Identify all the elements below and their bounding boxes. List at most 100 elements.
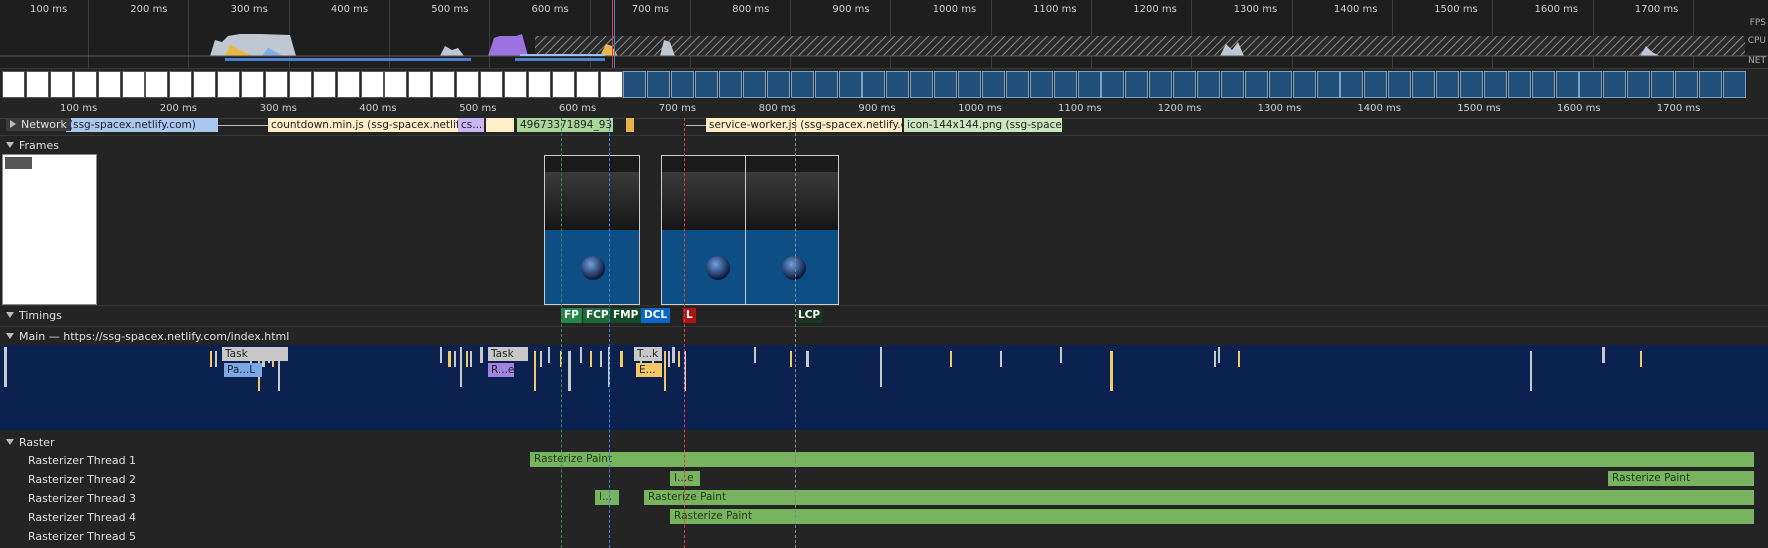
screenshot-thumbnail[interactable] xyxy=(1292,71,1316,98)
screenshot-thumbnail[interactable] xyxy=(1268,71,1292,98)
network-request[interactable]: (ssg-spacex.netlify.com) xyxy=(66,118,218,132)
screenshot-thumbnail[interactable] xyxy=(1412,71,1436,98)
screenshot-thumbnail[interactable] xyxy=(719,71,742,98)
screenshot-thumbnail[interactable] xyxy=(1507,71,1531,98)
network-request[interactable]: icon-144x144.png (ssg-space... xyxy=(904,118,1062,132)
frames-track-header[interactable]: Frames xyxy=(6,139,59,152)
frame-blank[interactable] xyxy=(2,154,97,305)
screenshot-thumbnail[interactable] xyxy=(1555,71,1579,98)
screenshot-thumbnail[interactable] xyxy=(1722,71,1746,98)
rasterize-paint-bar[interactable]: Rasterize Paint xyxy=(670,509,1754,524)
screenshot-thumbnail[interactable] xyxy=(1149,71,1173,98)
screenshot-thumbnail[interactable] xyxy=(217,71,241,98)
screenshot-thumbnail[interactable] xyxy=(264,71,288,98)
screenshot-thumbnail[interactable] xyxy=(623,71,647,98)
screenshot-thumbnail[interactable] xyxy=(814,71,838,98)
screenshot-thumbnail[interactable] xyxy=(981,71,1005,98)
rasterizer-thread-4[interactable]: Rasterizer Thread 4 xyxy=(28,511,136,524)
screenshot-thumbnail[interactable] xyxy=(742,71,766,98)
network-request[interactable]: 49673371894_93... xyxy=(517,118,613,132)
screenshot-thumbnail[interactable] xyxy=(695,71,719,98)
screenshot-thumbnail[interactable] xyxy=(1340,71,1364,98)
screenshot-thumbnail[interactable] xyxy=(1005,71,1029,98)
task-block[interactable]: T...k xyxy=(634,347,662,361)
timeline-overview[interactable]: 100 ms 200 ms 300 ms 400 ms 500 ms 600 ms 700 … xyxy=(0,0,1768,69)
rasterize-paint-bar[interactable]: Rasterize Paint xyxy=(644,490,1754,505)
network-request[interactable]: countdown.min.js (ssg-spacex.netlify.c..… xyxy=(268,118,458,132)
screenshot-thumbnail[interactable] xyxy=(1483,71,1507,98)
screenshot-thumbnail[interactable] xyxy=(121,71,145,98)
raster-track-header[interactable]: Raster xyxy=(6,436,54,449)
screenshot-thumbnail[interactable] xyxy=(503,71,527,98)
rasterizer-thread-1[interactable]: Rasterizer Thread 1 xyxy=(28,454,136,467)
timing-marker-fcp[interactable]: FCP xyxy=(583,308,612,323)
rasterizer-thread-3[interactable]: Rasterizer Thread 3 xyxy=(28,492,136,505)
screenshot-thumbnail[interactable] xyxy=(671,71,695,98)
screenshot-thumbnail[interactable] xyxy=(1627,71,1651,98)
raster-task-bar[interactable]: I... xyxy=(595,490,619,505)
timing-marker-fp[interactable]: FP xyxy=(561,308,582,323)
screenshot-thumbnail[interactable] xyxy=(97,71,121,98)
screenshot-thumbnail[interactable] xyxy=(934,71,958,98)
screenshot-thumbnail[interactable] xyxy=(647,71,671,98)
task-block[interactable]: Task xyxy=(222,347,288,361)
task-block[interactable]: Task xyxy=(488,347,528,361)
screenshot-thumbnail[interactable] xyxy=(599,71,623,98)
screenshot-thumbnail[interactable] xyxy=(480,71,503,98)
screenshot-thumbnail[interactable] xyxy=(1603,71,1627,98)
screenshot-thumbnail[interactable] xyxy=(145,71,169,98)
recalc-style-block[interactable]: R...e xyxy=(488,363,514,377)
screenshot-thumbnail[interactable] xyxy=(527,71,551,98)
rasterize-paint-bar[interactable]: Rasterize Paint xyxy=(530,452,1754,467)
screenshot-thumbnail[interactable] xyxy=(1698,71,1722,98)
screenshot-thumbnail[interactable] xyxy=(1388,71,1412,98)
network-track-header[interactable]: Network xyxy=(6,118,71,131)
screenshot-thumbnail[interactable] xyxy=(456,71,480,98)
screenshot-thumbnail[interactable] xyxy=(1364,71,1388,98)
screenshot-thumbnail[interactable] xyxy=(862,71,886,98)
screenshot-thumbnail[interactable] xyxy=(1675,71,1698,98)
screenshot-thumbnail[interactable] xyxy=(1459,71,1483,98)
screenshot-thumbnail[interactable] xyxy=(73,71,97,98)
parse-html-block[interactable]: Pa...L xyxy=(224,363,262,377)
screenshot-thumbnail[interactable] xyxy=(241,71,264,98)
screenshot-thumbnail[interactable] xyxy=(193,71,217,98)
rasterizer-thread-2[interactable]: Rasterizer Thread 2 xyxy=(28,473,136,486)
screenshot-thumbnail[interactable] xyxy=(408,71,432,98)
frame-screenshot[interactable] xyxy=(661,155,747,305)
network-request[interactable] xyxy=(626,118,634,132)
screenshot-thumbnail[interactable] xyxy=(551,71,575,98)
screenshot-thumbnail[interactable] xyxy=(312,71,336,98)
frame-screenshot[interactable] xyxy=(745,155,839,305)
screenshot-thumbnail[interactable] xyxy=(25,71,49,98)
screenshot-thumbnail[interactable] xyxy=(1579,71,1603,98)
screenshot-thumbnail[interactable] xyxy=(2,71,25,98)
screenshot-thumbnail[interactable] xyxy=(1220,71,1244,98)
screenshot-thumbnail[interactable] xyxy=(1531,71,1555,98)
screenshot-thumbnail[interactable] xyxy=(1436,71,1459,98)
screenshot-thumbnail[interactable] xyxy=(1077,71,1101,98)
screenshot-thumbnail[interactable] xyxy=(1125,71,1149,98)
screenshot-thumbnail[interactable] xyxy=(1053,71,1077,98)
screenshot-thumbnail[interactable] xyxy=(1316,71,1340,98)
frame-screenshot[interactable] xyxy=(544,155,640,305)
screenshot-thumbnail[interactable] xyxy=(1651,71,1675,98)
main-track-header[interactable]: Main — https://ssg-spacex.netlify.com/in… xyxy=(6,330,289,343)
screenshot-thumbnail[interactable] xyxy=(958,71,981,98)
screenshot-thumbnail[interactable] xyxy=(766,71,790,98)
network-request[interactable] xyxy=(486,118,514,132)
screenshot-thumbnail[interactable] xyxy=(1029,71,1053,98)
rasterizer-thread-5[interactable]: Rasterizer Thread 5 xyxy=(28,530,136,543)
timings-track-header[interactable]: Timings xyxy=(6,309,62,322)
screenshot-thumbnail[interactable] xyxy=(575,71,599,98)
timing-marker-fmp[interactable]: FMP xyxy=(610,308,642,323)
screenshot-thumbnail[interactable] xyxy=(288,71,312,98)
screenshot-thumbnail[interactable] xyxy=(910,71,934,98)
screenshot-thumbnail[interactable] xyxy=(1197,71,1220,98)
main-thread-flamechart[interactable]: Task Pa...L Task R...e T...k E... xyxy=(0,345,1768,430)
evaluate-script-block[interactable]: E... xyxy=(636,363,662,377)
screenshot-thumbnail[interactable] xyxy=(336,71,360,98)
screenshot-thumbnail[interactable] xyxy=(1173,71,1197,98)
timing-marker-dcl[interactable]: DCL xyxy=(641,308,671,323)
network-request[interactable]: service-worker.js (ssg-spacex.netlify.c.… xyxy=(706,118,902,132)
